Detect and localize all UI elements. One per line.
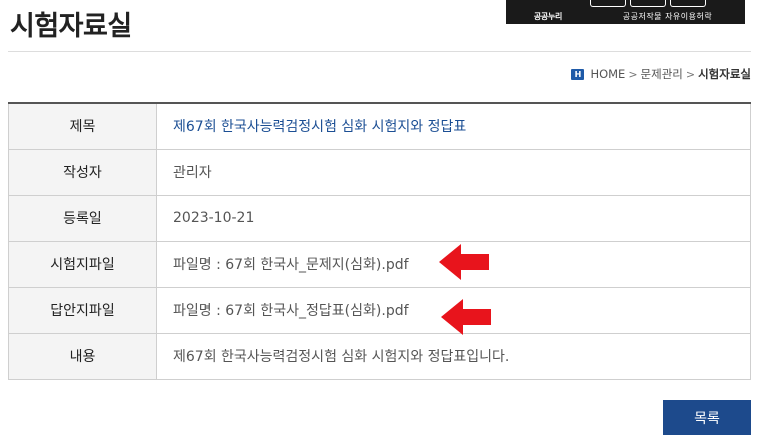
license-right-label: 공공저작물 자유이용허락 (622, 12, 713, 21)
answer-file-link[interactable]: 파일명 : 67회 한국사_정답표(심화).pdf (173, 303, 409, 319)
breadcrumb-home[interactable]: HOME (590, 67, 625, 81)
table-row-author: 작성자 관리자 (8, 149, 751, 196)
license-left-label: 공공누리 (533, 12, 563, 21)
red-arrow-icon (439, 244, 489, 280)
license-icon-noncommercial (630, 0, 666, 7)
red-arrow-icon (441, 299, 491, 335)
row-label-date: 등록일 (8, 195, 157, 242)
breadcrumb-separator-icon: > (685, 67, 696, 81)
license-icons (590, 0, 706, 7)
post-author: 관리자 (156, 149, 751, 196)
license-icon-nochange (670, 0, 706, 7)
row-label-content: 내용 (8, 333, 157, 380)
breadcrumb-current: 시험자료실 (698, 67, 751, 81)
post-title: 제67회 한국사능력검정시험 심화 시험지와 정답표 (156, 103, 751, 150)
row-label-answer-file: 답안지파일 (8, 287, 157, 334)
title-divider (8, 51, 751, 52)
list-button[interactable]: 목록 (663, 400, 751, 435)
page-title: 시험자료실 (10, 11, 132, 42)
exam-file-link[interactable]: 파일명 : 67회 한국사_문제지(심화).pdf (173, 257, 409, 273)
breadcrumb: H HOME > 문제관리 > 시험자료실 (571, 66, 751, 82)
post-content: 제67회 한국사능력검정시험 심화 시험지와 정답표입니다. (156, 333, 751, 380)
row-label-exam-file: 시험지파일 (8, 241, 157, 288)
row-label-author: 작성자 (8, 149, 157, 196)
post-detail-table: 제목 제67회 한국사능력검정시험 심화 시험지와 정답표 작성자 관리자 등록… (8, 102, 751, 380)
home-icon[interactable]: H (571, 68, 585, 80)
table-row-date: 등록일 2023-10-21 (8, 195, 751, 242)
license-icon-attribution (590, 0, 626, 7)
table-row-exam-file: 시험지파일 파일명 : 67회 한국사_문제지(심화).pdf (8, 241, 751, 288)
kogl-license-badge: 공공누리 공공저작물 자유이용허락 (506, 0, 745, 24)
table-row-answer-file: 답안지파일 파일명 : 67회 한국사_정답표(심화).pdf (8, 287, 751, 334)
breadcrumb-level1[interactable]: 문제관리 (641, 66, 683, 82)
breadcrumb-separator-icon: > (628, 67, 638, 81)
table-row-title: 제목 제67회 한국사능력검정시험 심화 시험지와 정답표 (8, 103, 751, 150)
table-row-content: 내용 제67회 한국사능력검정시험 심화 시험지와 정답표입니다. (8, 333, 751, 380)
row-label-title: 제목 (8, 103, 157, 150)
post-date: 2023-10-21 (156, 195, 751, 242)
